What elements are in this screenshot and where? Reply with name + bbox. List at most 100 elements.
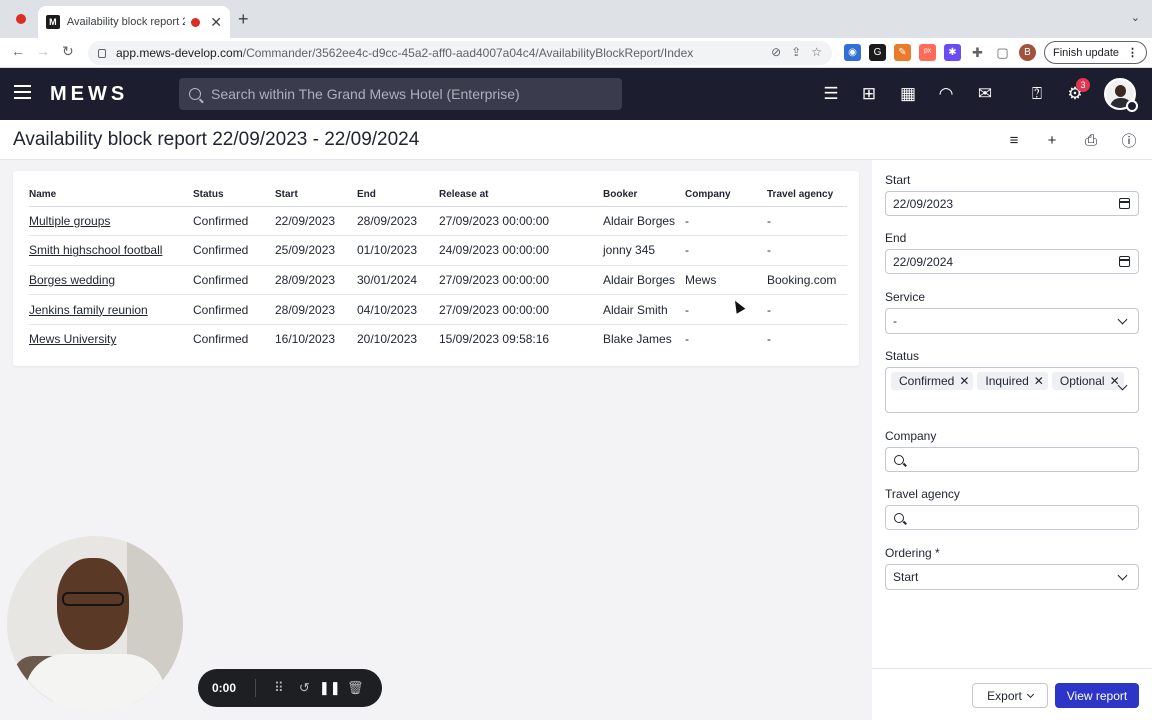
block-name-link[interactable]: Mews University xyxy=(29,332,116,346)
extensions-puzzle-icon[interactable]: ✚ xyxy=(969,44,986,61)
column-header-travel-agency[interactable]: Travel agency xyxy=(767,183,847,207)
bell-icon[interactable]: ◠ xyxy=(936,84,956,104)
column-header-end[interactable]: End xyxy=(357,183,439,207)
column-header-company[interactable]: Company xyxy=(685,183,767,207)
start-cell: 22/09/2023 xyxy=(275,206,357,237)
column-header-start[interactable]: Start xyxy=(275,183,357,207)
status-chip-inquired: Inquired ✕ xyxy=(977,372,1048,390)
block-name-link[interactable]: Jenkins family reunion xyxy=(29,303,148,317)
travel-agency-search-field[interactable] xyxy=(885,505,1139,530)
url-omnibox[interactable]: app.mews-develop.com/Commander/3562ee4c-… xyxy=(88,41,832,65)
panel-footer: Export View report xyxy=(872,668,1152,720)
bookmark-star-icon[interactable]: ☆ xyxy=(811,45,822,59)
app-header: MEWS ☰ ⊞ ▦ ◠ ✉ ⍰ ⚙ xyxy=(0,68,1152,120)
tab-close-icon[interactable]: ✕ xyxy=(210,14,222,31)
back-arrow-icon[interactable]: ← xyxy=(11,43,25,59)
pause-icon[interactable]: ❚❚ xyxy=(317,680,342,696)
status-cell: Confirmed xyxy=(193,294,275,325)
add-box-icon[interactable]: ⊞ xyxy=(859,84,879,104)
profile-avatar[interactable]: B xyxy=(1019,44,1036,61)
search-icon xyxy=(189,88,201,100)
help-icon[interactable]: ⓘ xyxy=(1119,130,1139,150)
share-icon[interactable]: ⇪ xyxy=(791,45,801,59)
tab-search-chevron-icon[interactable]: ⌄ xyxy=(1131,11,1140,24)
company-cell: - xyxy=(685,235,767,266)
column-header-booker[interactable]: Booker xyxy=(603,183,685,207)
agency-cell: - xyxy=(767,332,771,347)
new-tab-button[interactable]: + xyxy=(238,9,249,30)
mail-icon[interactable]: ✉ xyxy=(975,84,995,104)
calendar-icon[interactable] xyxy=(1119,198,1130,209)
global-search-input[interactable] xyxy=(211,86,611,102)
table-row: Borges wedding Confirmed 28/09/2023 30/0… xyxy=(29,265,847,296)
remove-chip-icon[interactable]: ✕ xyxy=(959,374,969,388)
browser-address-bar: ← → ↻ app.mews-develop.com/Commander/356… xyxy=(0,38,1152,68)
restart-icon[interactable]: ↺ xyxy=(292,680,317,696)
help-chat-icon[interactable]: ⍰ xyxy=(1027,84,1047,104)
trash-icon[interactable]: 🗑 xyxy=(343,680,368,696)
side-panel-icon[interactable]: ▢ xyxy=(994,44,1011,61)
agency-cell: - xyxy=(767,235,847,266)
company-cell: - xyxy=(685,206,767,237)
booker-cell: Blake James xyxy=(603,332,672,347)
chevron-down-icon xyxy=(1117,570,1128,580)
ordering-select[interactable]: Start xyxy=(885,564,1139,590)
extension-pen-icon[interactable]: ✎ xyxy=(894,44,911,61)
calendar-icon[interactable]: ▦ xyxy=(898,84,918,104)
start-label: Start xyxy=(885,173,911,187)
extension-gear-icon[interactable]: ✱ xyxy=(944,44,961,61)
column-header-status[interactable]: Status xyxy=(193,183,275,207)
table-row: Multiple groups Confirmed 22/09/2023 28/… xyxy=(29,206,847,237)
blocked-popup-icon[interactable]: ⊘ xyxy=(771,45,781,59)
start-date-field[interactable]: 22/09/2023 xyxy=(885,191,1139,216)
calendar-icon[interactable] xyxy=(1119,256,1130,267)
service-select[interactable]: - xyxy=(885,308,1139,334)
mews-logo[interactable]: MEWS xyxy=(50,83,128,106)
company-cell: Mews xyxy=(685,265,767,296)
chevron-down-icon xyxy=(1026,690,1034,698)
table-row: Mews University Confirmed 16/10/2023 20/… xyxy=(29,324,847,354)
browser-menu-icon[interactable]: ⋮ xyxy=(1127,46,1138,59)
drag-handle-icon[interactable]: ⠿ xyxy=(266,680,291,696)
start-cell: 28/09/2023 xyxy=(275,294,357,325)
extension-1password-icon[interactable]: ◉ xyxy=(844,44,861,61)
tab-title: Availability block report 2 xyxy=(66,16,186,28)
block-name-link[interactable]: Borges wedding xyxy=(29,273,115,287)
report-card: Name Status Start End Release at Booker … xyxy=(13,171,859,366)
release-cell: 27/09/2023 00:00:00 xyxy=(439,206,603,237)
extension-grammar-icon[interactable]: G xyxy=(869,44,886,61)
availability-block-table: Name Status Start End Release at Booker … xyxy=(29,183,847,354)
global-search[interactable] xyxy=(179,78,622,110)
avatar-status-icon xyxy=(1126,100,1138,112)
filter-icon[interactable]: ≡ xyxy=(1004,130,1024,150)
add-icon[interactable]: + xyxy=(1042,130,1062,150)
page-title-bar: Availability block report 22/09/2023 - 2… xyxy=(0,120,1152,160)
webcam-video-bubble[interactable] xyxy=(7,536,183,712)
browser-tab[interactable]: M Availability block report 2 ✕ xyxy=(38,6,230,38)
export-button[interactable]: Export xyxy=(972,683,1048,708)
finish-update-button[interactable]: Finish update ⋮ xyxy=(1044,41,1148,64)
column-header-release-at[interactable]: Release at xyxy=(439,183,603,207)
recording-timer: 0:00 xyxy=(212,681,237,695)
forward-arrow-icon[interactable]: → xyxy=(36,43,50,59)
extension-px-icon[interactable]: ᵖˣ xyxy=(919,44,936,61)
column-header-name[interactable]: Name xyxy=(29,183,193,207)
status-cell: Confirmed xyxy=(193,332,249,347)
status-multiselect[interactable]: Confirmed ✕ Inquired ✕ Optional ✕ xyxy=(885,367,1139,413)
end-cell: 20/10/2023 xyxy=(357,332,418,347)
release-cell: 15/09/2023 09:58:16 xyxy=(439,332,550,347)
hamburger-menu-icon[interactable] xyxy=(14,85,31,99)
print-icon[interactable]: ⎙ xyxy=(1081,130,1101,150)
end-date-field[interactable]: 22/09/2024 xyxy=(885,249,1139,274)
block-name-link[interactable]: Smith highschool football xyxy=(29,243,162,257)
browser-tab-bar: M Availability block report 2 ✕ + ⌄ xyxy=(0,0,1152,38)
remove-chip-icon[interactable]: ✕ xyxy=(1034,374,1044,388)
start-cell: 28/09/2023 xyxy=(275,265,357,296)
agency-cell: - xyxy=(767,294,847,325)
block-name-link[interactable]: Multiple groups xyxy=(29,214,110,228)
search-icon xyxy=(894,454,904,465)
reload-icon[interactable]: ↻ xyxy=(62,43,74,60)
view-report-button[interactable]: View report xyxy=(1055,683,1139,708)
sort-lines-icon[interactable]: ☰ xyxy=(821,84,841,104)
company-search-field[interactable] xyxy=(885,447,1139,472)
